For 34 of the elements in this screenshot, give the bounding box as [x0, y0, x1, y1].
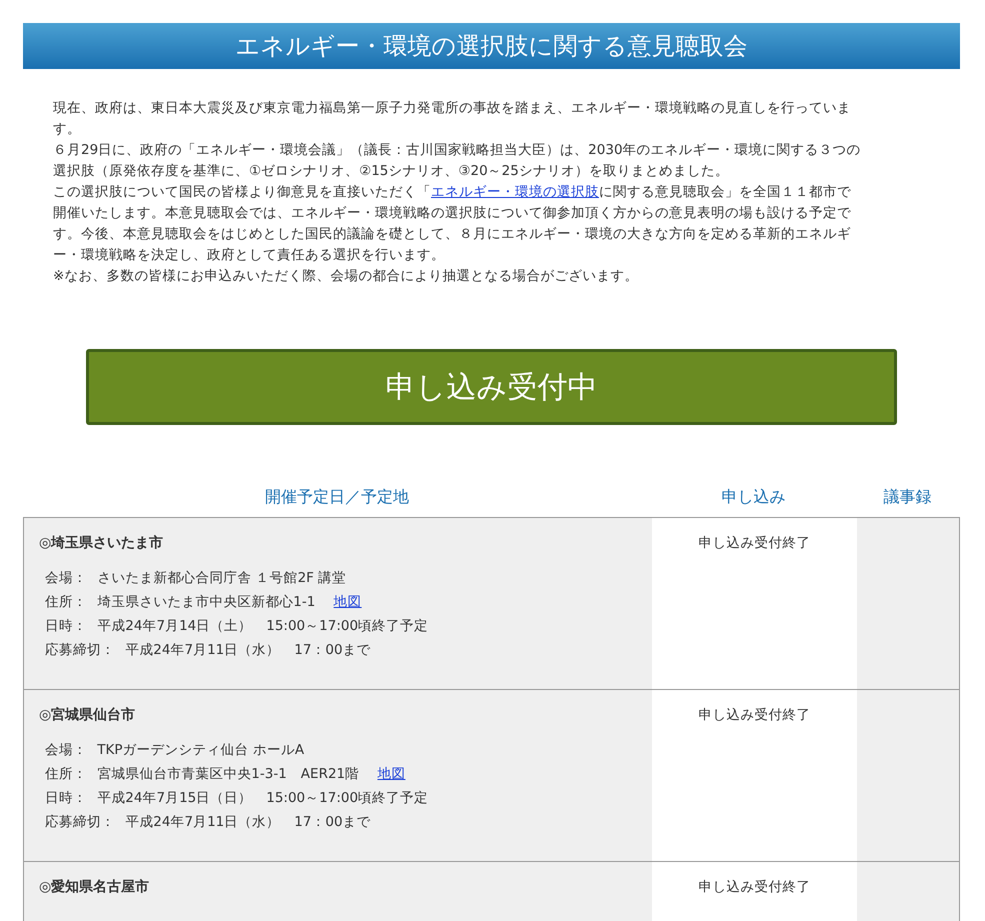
detail-value: 埼玉県さいたま市中央区新都心1-1	[97, 594, 316, 610]
intro-paragraph: ６月29日に、政府の「エネルギー・環境会議」（議長：古川国家戦略担当大臣）は、2030年のエネルギー・環境に関する３つの選択肢（原発依存度を基準に、①ゼロシナリオ、②15シナリオ、③20～25シナリオ）を取りまとめました。	[53, 141, 862, 181]
detail-label: 応募締切：	[45, 814, 115, 830]
detail-value: 平成24年7月15日（日） 15:00～17:00頃終了予定	[97, 790, 428, 806]
map-link[interactable]: 地図	[334, 594, 362, 610]
detail-label: 住所：	[45, 766, 87, 782]
detail-label: 日時：	[45, 618, 87, 634]
detail-value: 平成24年7月11日（水） 17：00まで	[125, 642, 371, 658]
venue-name: ◎埼玉県さいたま市	[39, 534, 164, 552]
detail-value: 宮城県仙台市青葉区中央1-3-1 AER21階	[97, 766, 360, 782]
application-open-button[interactable]: 申し込み受付中	[86, 349, 897, 425]
column-header: 開催予定日／予定地	[264, 486, 410, 508]
intro-paragraph: ※なお、多数の皆様にお申込みいただく際、会場の都合により抽選となる場合がございます。	[53, 267, 640, 286]
column-header: 議事録	[882, 486, 932, 508]
status-text: 申し込み受付終了	[698, 707, 810, 723]
detail-label: 会場：	[45, 742, 87, 758]
status-text: 申し込み受付終了	[698, 879, 810, 895]
detail-label: 応募締切：	[45, 642, 115, 658]
map-link[interactable]: 地図	[377, 766, 406, 782]
detail-value: TKPガーデンシティ仙台 ホールA	[97, 742, 304, 758]
intro-paragraph: 現在、政府は、東日本大震災及び東京電力福島第一原子力発電所の事故を踏まえ、エネルギー・環境戦略の見直しを行っています。	[53, 99, 852, 139]
choices-link[interactable]: エネルギー・環境の選択肢	[431, 184, 599, 200]
detail-value: 平成24年7月11日（水） 17：00まで	[125, 814, 371, 830]
column-header: 申し込み	[720, 486, 786, 508]
detail-value: 平成24年7月14日（土） 15:00～17:00頃終了予定	[97, 618, 428, 634]
intro-paragraph: この選択肢について国民の皆様より御意見を直接いただく「エネルギー・環境の選択肢に関する意見聴取会」を全国１１都市で開催いたします。本意見聴取会では、エネルギー・環境戦略の選択肢について御参加頂く方からの意見表明の場も設ける予定です。今後、本意見聴取会をはじめとした国民的議論を礎として、８月にエネルギー・環境の大きな方向を定める革新的エネルギー・環境戦略を決定し、政府として責任ある選択を行います。	[53, 183, 852, 265]
detail-label: 住所：	[45, 594, 87, 610]
page-title-banner: エネルギー・環境の選択肢に関する意見聴取会	[23, 23, 960, 69]
detail-value: さいたま新都心合同庁舎 １号館2F 講堂	[97, 570, 346, 586]
detail-label: 会場：	[45, 570, 87, 586]
detail-label: 日時：	[45, 790, 87, 806]
status-text: 申し込み受付終了	[698, 535, 810, 551]
venue-name: ◎愛知県名古屋市	[39, 878, 150, 896]
venue-name: ◎宮城県仙台市	[39, 706, 136, 724]
